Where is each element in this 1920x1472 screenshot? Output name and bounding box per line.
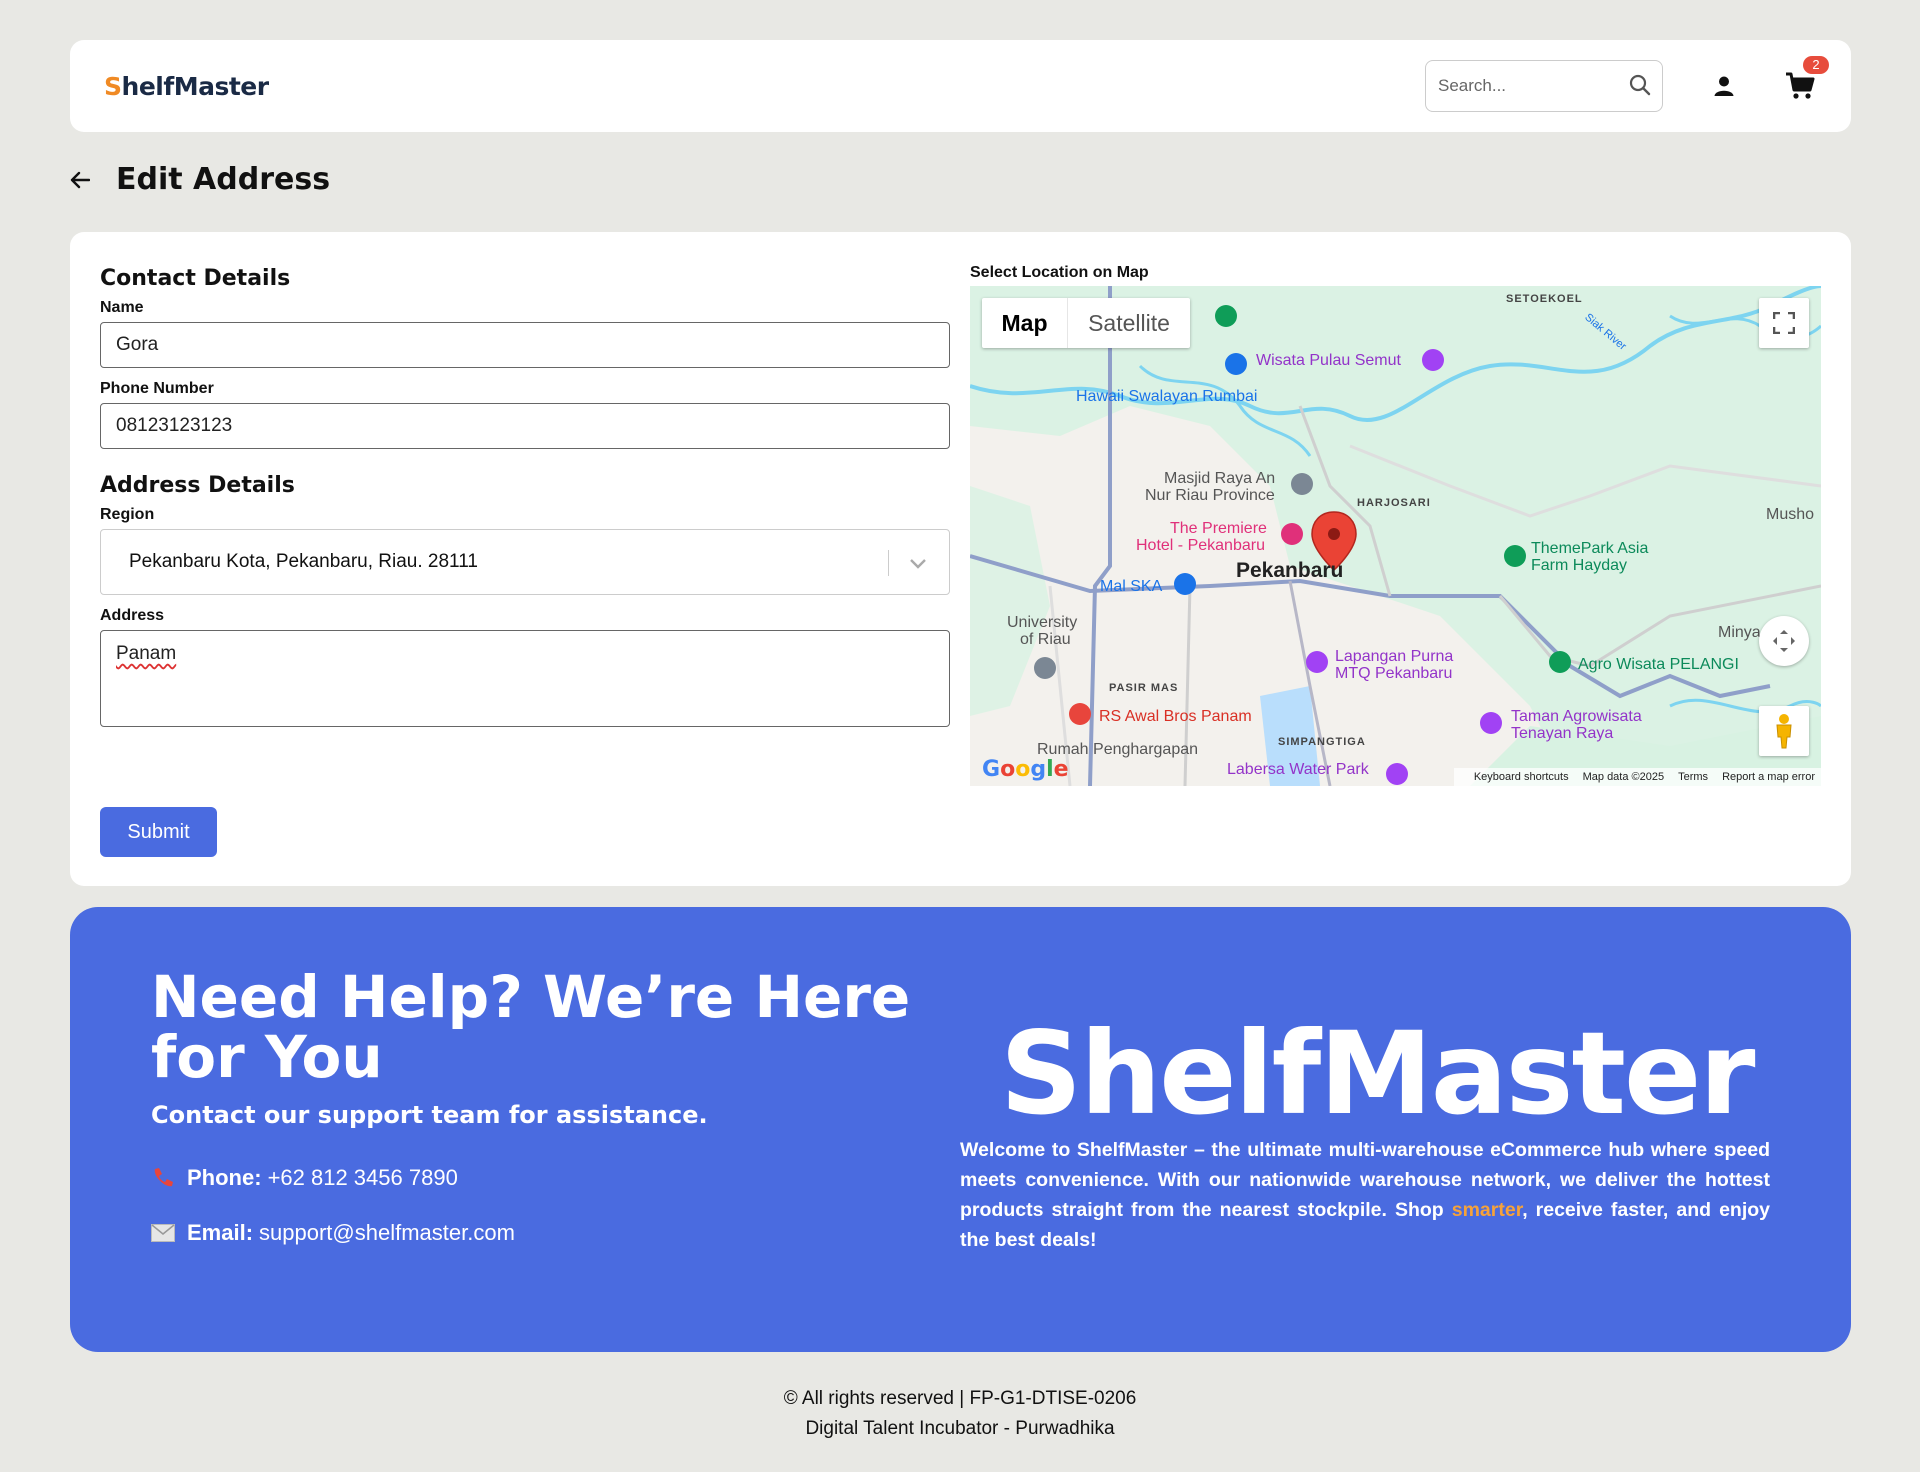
email-label: Email: <box>187 1220 254 1245</box>
map-label-taman-2[interactable]: Tenayan Raya <box>1511 725 1613 742</box>
page-title: Edit Address <box>116 162 331 197</box>
email-contact: Email: support@shelfmaster.com <box>151 1220 515 1246</box>
map-label-setoekoel: SETOEKOEL <box>1506 293 1583 305</box>
phone-label: Phone Number <box>100 380 214 397</box>
search-icon[interactable] <box>1628 73 1652 102</box>
map-label-rs-awal-bros[interactable]: RS Awal Bros Panam <box>1099 708 1252 725</box>
map-data-text: Map data ©2025 <box>1582 771 1665 783</box>
map-label-taman-1[interactable]: Taman Agrowisata <box>1511 708 1642 725</box>
report-map-error-link[interactable]: Report a map error <box>1722 771 1815 783</box>
region-label: Region <box>100 506 155 523</box>
map-label-musho: Musho <box>1766 506 1815 523</box>
map-label-lapangan-2[interactable]: MTQ Pekanbaru <box>1335 665 1452 682</box>
highlight-smarter: smarter <box>1451 1199 1523 1221</box>
phone-contact: Phone: +62 812 3456 7890 <box>151 1165 458 1191</box>
phone-label: Phone: <box>187 1165 262 1190</box>
map-label-lapangan-1[interactable]: Lapangan Purna <box>1335 648 1453 665</box>
map-label-hawaii-swalayan[interactable]: Hawaii Swalayan Rumbai <box>1076 388 1257 405</box>
help-section: Need Help? We’re Here for You Contact ou… <box>70 907 1851 1352</box>
help-subtitle: Contact our support team for assistance. <box>151 1101 708 1129</box>
email-value[interactable]: support@shelfmaster.com <box>259 1220 515 1246</box>
shelfmaster-logo[interactable]: ShelfMaster <box>104 72 269 101</box>
fullscreen-icon[interactable] <box>1759 298 1809 348</box>
map-label-labersa[interactable]: Labersa Water Park <box>1227 761 1369 778</box>
map-label-university-2[interactable]: of Riau <box>1020 631 1071 648</box>
map-label-agro-wisata[interactable]: Agro Wisata PELANGI <box>1578 656 1739 673</box>
phone-input[interactable] <box>100 403 950 449</box>
map-section: Select Location on Map Wisata Pulau Semu… <box>970 264 1821 786</box>
map-label-pasir-mas: PASIR MAS <box>1109 682 1179 694</box>
map-label-themepark-2[interactable]: Farm Hayday <box>1531 557 1627 574</box>
search-box <box>1425 60 1663 112</box>
copyright-line: © All rights reserved | FP-G1-DTISE-0206 <box>783 1388 1137 1409</box>
copyright-footer: © All rights reserved | FP-G1-DTISE-0206… <box>0 1384 1920 1444</box>
select-divider <box>888 550 889 576</box>
region-selected-value: Pekanbaru Kota, Pekanbaru, Riau. 28111 <box>129 551 478 572</box>
location-map[interactable]: Wisata Pulau Semut Hawaii Swalayan Rumba… <box>970 286 1821 786</box>
submit-button[interactable]: Submit <box>100 807 217 857</box>
page-title-row: Edit Address <box>70 162 330 197</box>
region-select[interactable]: Pekanbaru Kota, Pekanbaru, Riau. 28111 <box>100 529 950 595</box>
map-label-harjosari: HARJOSARI <box>1357 497 1431 509</box>
help-title: Need Help? We’re Here for You <box>151 963 911 1091</box>
address-details-heading: Address Details <box>100 473 295 498</box>
envelope-icon <box>151 1224 177 1242</box>
map-label-minya: Minya <box>1718 624 1761 641</box>
map-label-university-1[interactable]: University <box>1007 614 1077 631</box>
map-pan-control-icon[interactable] <box>1759 616 1809 666</box>
keyboard-shortcuts-link[interactable]: Keyboard shortcuts <box>1474 771 1569 783</box>
phone-value[interactable]: +62 812 3456 7890 <box>268 1165 458 1191</box>
address-value: Panam <box>116 643 177 664</box>
brand-description: Welcome to ShelfMaster – the ultimate mu… <box>960 1139 1770 1251</box>
name-input[interactable] <box>100 322 950 368</box>
terms-link[interactable]: Terms <box>1678 771 1708 783</box>
cart-icon[interactable]: 2 <box>1783 56 1829 103</box>
credit-line: Digital Talent Incubator - Purwadhika <box>805 1418 1115 1439</box>
address-textarea[interactable]: Panam <box>100 630 950 727</box>
footer-brand-name: ShelfMaster <box>1000 1007 1756 1140</box>
contact-details-heading: Contact Details <box>100 266 291 291</box>
map-label-mal-ska[interactable]: Mal SKA <box>1100 578 1162 595</box>
map-type-toggle: Map Satellite <box>982 298 1190 348</box>
chevron-down-icon[interactable] <box>909 554 927 576</box>
cart-count-badge: 2 <box>1803 56 1829 74</box>
phone-icon <box>151 1166 177 1190</box>
map-label-themepark-1[interactable]: ThemePark Asia <box>1531 540 1648 557</box>
name-label: Name <box>100 299 144 316</box>
map-type-map-button[interactable]: Map <box>982 298 1068 348</box>
header-actions: 2 <box>1425 56 1829 112</box>
map-type-satellite-button[interactable]: Satellite <box>1068 298 1190 348</box>
map-label-masjid-2[interactable]: Nur Riau Province <box>1145 487 1275 504</box>
top-navbar: ShelfMaster 2 <box>70 40 1851 132</box>
user-icon[interactable] <box>1709 71 1739 101</box>
map-label-wisata-pulau-semut[interactable]: Wisata Pulau Semut <box>1256 352 1401 369</box>
address-form: Contact Details Name Phone Number Addres… <box>100 266 950 727</box>
map-label-premiere-2[interactable]: Hotel - Pekanbaru <box>1136 537 1265 554</box>
map-label-pekanbaru: Pekanbaru <box>1236 559 1344 582</box>
map-label-masjid-1[interactable]: Masjid Raya An <box>1164 470 1275 487</box>
map-label-premiere-1[interactable]: The Premiere <box>1170 520 1267 537</box>
map-attribution-bar: Keyboard shortcuts Map data ©2025 Terms … <box>1453 768 1821 786</box>
map-label-simpangtiga: SIMPANGTIGA <box>1278 736 1366 748</box>
back-arrow-icon[interactable] <box>70 168 94 192</box>
address-label: Address <box>100 607 165 624</box>
google-logo: Google <box>982 757 1069 782</box>
map-label: Select Location on Map <box>970 264 1149 281</box>
search-input[interactable] <box>1438 76 1628 96</box>
edit-address-card: Contact Details Name Phone Number Addres… <box>70 232 1851 886</box>
map-label-rumah[interactable]: Rumah Penghargapan <box>1037 741 1198 758</box>
street-view-pegman-icon[interactable] <box>1759 706 1809 756</box>
